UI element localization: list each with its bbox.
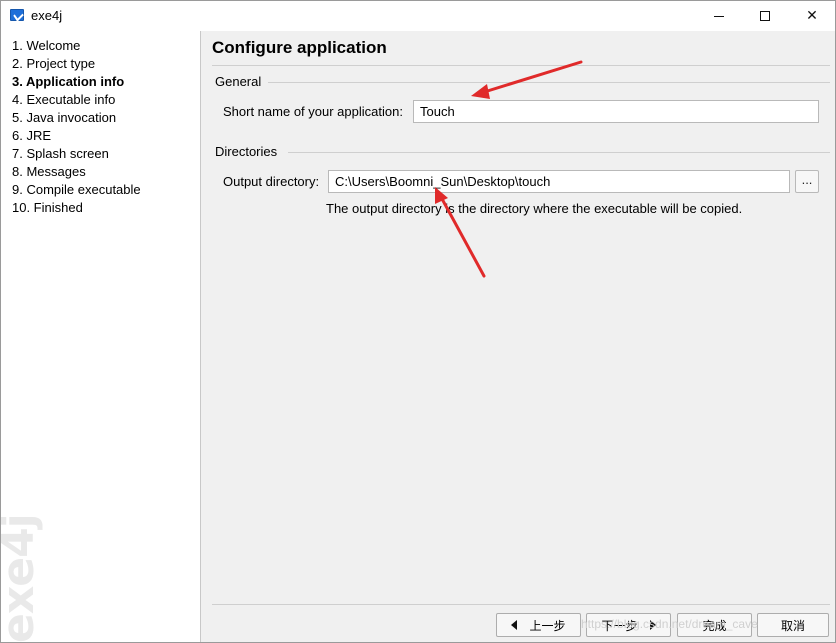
output-directory-input[interactable]: C:\Users\Boomni_Sun\Desktop\touch — [328, 170, 790, 193]
main-panel: Configure application General Short name… — [202, 31, 835, 642]
output-directory-label: Output directory: — [223, 174, 320, 189]
close-button[interactable]: ✕ — [789, 1, 835, 31]
title-bar: exe4j ✕ — [1, 1, 835, 31]
step-jre[interactable]: 6. JRE — [12, 127, 51, 145]
directories-divider — [288, 152, 830, 153]
short-name-input[interactable]: Touch — [413, 100, 819, 123]
window-title: exe4j — [31, 8, 63, 23]
cancel-button-label: 取消 — [780, 618, 805, 633]
step-executable-info[interactable]: 4. Executable info — [12, 91, 115, 109]
exe4j-app-icon — [10, 9, 24, 21]
step-splash-screen[interactable]: 7. Splash screen — [12, 145, 109, 163]
cancel-button[interactable]: 取消 — [757, 613, 829, 637]
step-compile-executable[interactable]: 9. Compile executable — [12, 181, 141, 199]
exe4j-watermark-logo: exe4j — [1, 514, 44, 642]
maximize-button[interactable] — [742, 1, 788, 31]
wizard-steps-sidebar: 1. Welcome 2. Project type 3. Applicatio… — [1, 31, 201, 642]
step-messages[interactable]: 8. Messages — [12, 163, 86, 181]
close-icon: ✕ — [806, 8, 818, 24]
step-application-info[interactable]: 3. Application info — [12, 73, 124, 91]
short-name-label: Short name of your application: — [223, 104, 403, 119]
step-project-type[interactable]: 2. Project type — [12, 55, 95, 73]
exe4j-window: exe4j ✕ 1. Welcome 2. Project type 3. Ap… — [0, 0, 836, 643]
minimize-button[interactable] — [696, 1, 742, 31]
general-divider — [268, 82, 830, 83]
page-title: Configure application — [212, 38, 387, 57]
back-button[interactable]: 上一步 — [496, 613, 581, 637]
maximize-icon — [760, 11, 770, 21]
triangle-left-icon — [511, 620, 518, 630]
directories-section-heading: Directories — [215, 144, 278, 159]
general-section-heading: General — [215, 74, 262, 89]
output-directory-help: The output directory is the directory wh… — [326, 201, 743, 216]
back-button-label: 上一步 — [529, 618, 566, 633]
step-welcome[interactable]: 1. Welcome — [12, 37, 80, 55]
footer-divider — [212, 604, 830, 605]
step-java-invocation[interactable]: 5. Java invocation — [12, 109, 116, 127]
minimize-icon — [714, 15, 724, 17]
title-divider — [212, 65, 830, 66]
browse-directory-button[interactable]: ... — [795, 170, 819, 193]
blog-watermark: https://blog.csdn.net/dream_cave — [581, 617, 758, 631]
step-finished[interactable]: 10. Finished — [12, 199, 83, 217]
